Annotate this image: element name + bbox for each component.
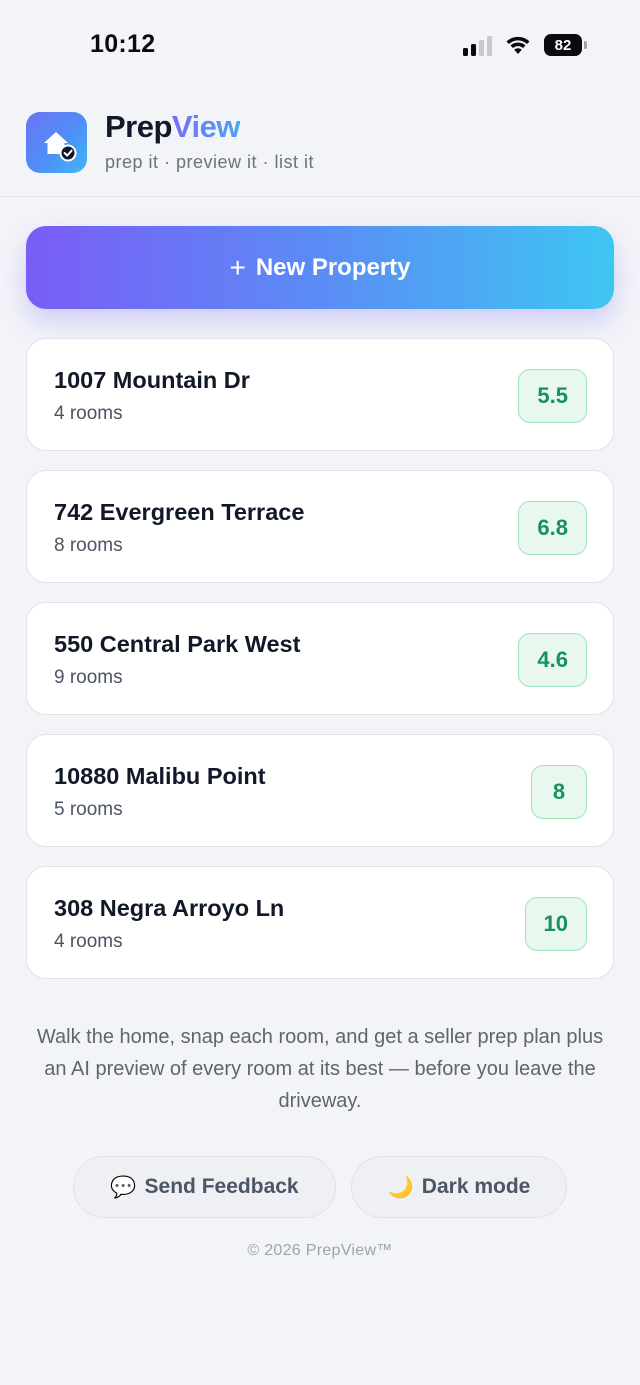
property-rooms: 4 rooms: [54, 403, 123, 424]
property-card[interactable]: 550 Central Park West 9 rooms 4.6: [26, 602, 614, 715]
property-address: 10880 Malibu Point: [54, 763, 266, 789]
property-card[interactable]: 742 Evergreen Terrace 8 rooms 6.8: [26, 470, 614, 583]
app-name-view: View: [171, 109, 241, 144]
status-time: 10:12: [90, 30, 156, 58]
new-property-button[interactable]: + New Property: [26, 226, 614, 309]
property-rooms: 5 rooms: [54, 799, 123, 820]
signal-icon: [463, 34, 492, 56]
speech-bubble-icon: 💬: [110, 1174, 137, 1199]
app-header: PrepView prep it · preview it · list it: [0, 95, 640, 197]
score-badge: 6.8: [518, 501, 587, 555]
property-rooms: 9 rooms: [54, 667, 123, 688]
dark-mode-button[interactable]: 🌙 Dark mode: [351, 1156, 567, 1218]
footer-buttons: 💬 Send Feedback 🌙 Dark mode: [0, 1156, 640, 1218]
new-property-label: New Property: [255, 253, 411, 281]
property-rooms: 4 rooms: [54, 931, 123, 952]
property-address: 308 Negra Arroyo Ln: [54, 895, 285, 921]
app-description: Walk the home, snap each room, and get a…: [36, 1026, 604, 1112]
house-check-icon: [26, 112, 87, 173]
wifi-icon: [506, 36, 530, 54]
property-address: 1007 Mountain Dr: [54, 367, 250, 393]
send-feedback-label: Send Feedback: [144, 1175, 299, 1198]
app-tagline: prep it · preview it · list it: [105, 152, 315, 172]
plus-icon: +: [229, 251, 246, 283]
score-badge: 4.6: [518, 633, 587, 687]
property-address: 742 Evergreen Terrace: [54, 499, 305, 525]
property-card[interactable]: 10880 Malibu Point 5 rooms 8: [26, 734, 614, 847]
battery-icon: 82: [544, 34, 587, 56]
battery-level: 82: [554, 36, 572, 54]
copyright: © 2026 PrepView™: [247, 1242, 393, 1259]
status-bar: 10:12 82: [0, 0, 640, 95]
send-feedback-button[interactable]: 💬 Send Feedback: [73, 1156, 336, 1218]
property-address: 550 Central Park West: [54, 631, 301, 657]
property-card[interactable]: 308 Negra Arroyo Ln 4 rooms 10: [26, 866, 614, 979]
app-name-prep: Prep: [105, 109, 172, 144]
app-name: PrepView: [105, 109, 241, 145]
property-rooms: 8 rooms: [54, 535, 123, 556]
score-badge: 5.5: [518, 369, 587, 423]
moon-icon: 🌙: [387, 1174, 414, 1199]
score-badge: 8: [531, 765, 587, 819]
dark-mode-label: Dark mode: [421, 1175, 531, 1198]
property-card[interactable]: 1007 Mountain Dr 4 rooms 5.5: [26, 338, 614, 451]
property-list: 1007 Mountain Dr 4 rooms 5.5 742 Evergre…: [26, 338, 614, 998]
status-icons: 82: [463, 34, 587, 56]
score-badge: 10: [524, 897, 587, 951]
